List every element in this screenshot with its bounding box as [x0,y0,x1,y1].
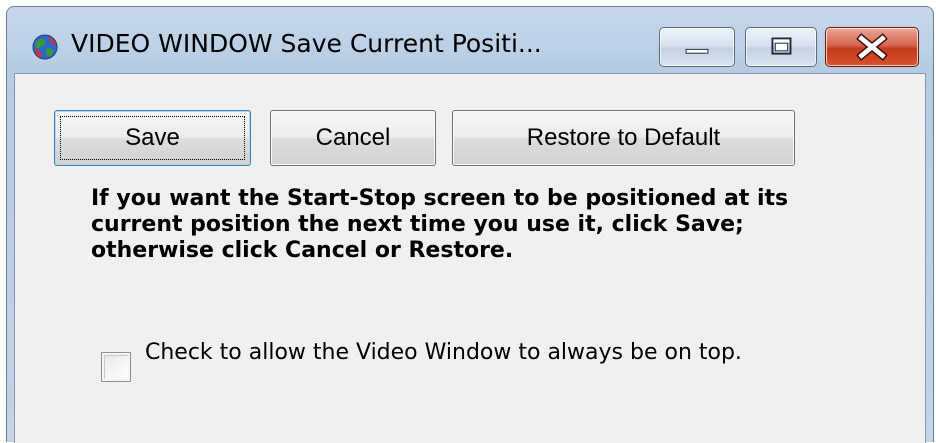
maximize-icon [771,37,792,55]
always-on-top-label[interactable]: Check to allow the Video Window to alway… [145,340,795,366]
globe-app-icon[interactable] [31,33,59,61]
title-bar[interactable]: VIDEO WINDOW Save Current Positi... [7,7,933,73]
focus-rectangle [60,116,245,160]
maximize-button[interactable] [745,27,817,67]
save-button[interactable]: Save [54,110,251,166]
close-button[interactable] [825,27,919,67]
restore-to-default-button[interactable]: Restore to Default [452,110,795,166]
cancel-button-label: Cancel [315,124,391,151]
close-icon [856,33,888,61]
always-on-top-checkbox[interactable] [101,352,131,382]
restore-button-label: Restore to Default [526,124,721,151]
minimize-button[interactable] [659,27,735,67]
dialog-window: VIDEO WINDOW Save Current Positi... Save… [6,6,934,443]
cancel-button[interactable]: Cancel [270,110,436,166]
window-title: VIDEO WINDOW Save Current Positi... [71,29,542,58]
instruction-message: If you want the Start-Stop screen to be … [91,186,789,263]
dialog-client-area: Save Cancel Restore to Default If you wa… [14,73,926,443]
minimize-icon [685,48,709,54]
